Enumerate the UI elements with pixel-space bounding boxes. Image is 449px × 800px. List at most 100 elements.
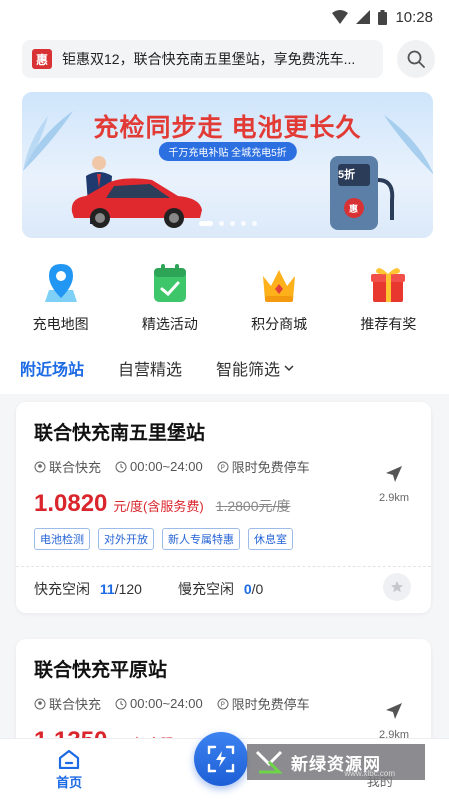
location-icon	[34, 698, 46, 709]
star-icon	[391, 581, 403, 593]
quick-referral-rewards[interactable]: 推荐有奖	[338, 262, 438, 334]
slow-free-count: 0	[243, 581, 252, 597]
promo-badge: 惠	[32, 49, 52, 69]
map-pin-icon	[44, 264, 77, 302]
promo-banner[interactable]: 充检同步走 电池更长久 千万充电补贴 全城充电5折 5折 惠	[22, 92, 433, 238]
battery-icon	[378, 9, 388, 25]
pagination-dot	[229, 221, 235, 226]
station-card[interactable]: 联合快充南五里堡站 联合快充 00:00~24:00 P 限时免费停车 1.08…	[16, 402, 431, 613]
status-time: 10:28	[395, 8, 433, 26]
notice-text: 钜惠双12，联合快充南五里堡站，享免费洗车...	[62, 51, 356, 67]
opening-hours: 00:00~24:00	[115, 696, 203, 711]
pagination-dot	[218, 221, 224, 226]
site-watermark: 新绿资源网 www.xlbc.com	[247, 744, 425, 780]
fast-charger-status: 快充空闲 11/120	[34, 579, 142, 599]
search-icon	[407, 50, 425, 68]
quick-label: 推荐有奖	[360, 316, 417, 332]
parking-label: 限时免费停车	[231, 460, 310, 475]
banner-pagination	[198, 221, 257, 226]
navigate-button[interactable]: 2.9km	[379, 701, 409, 741]
price-value: 1.0820	[34, 490, 108, 517]
location-icon	[34, 461, 46, 472]
pump-badge: 惠	[349, 204, 359, 214]
card-divider	[16, 566, 431, 567]
station-tags: 电池检测 对外开放 新人专属特惠 休息室	[34, 528, 413, 550]
search-button[interactable]	[397, 40, 435, 78]
station-tag: 新人专属特惠	[162, 528, 240, 550]
pagination-dot	[240, 221, 246, 226]
station-tabs: 附近场站 自营精选 智能筛选	[0, 344, 449, 394]
tab-nearby[interactable]: 附近场站	[20, 356, 84, 380]
scan-charge-button[interactable]	[194, 732, 248, 786]
status-bar: 10:28	[0, 0, 449, 34]
station-name: 联合快充平原站	[34, 660, 168, 681]
watermark-logo-icon	[255, 750, 283, 774]
quick-points-mall[interactable]: 积分商城	[229, 262, 329, 334]
operator-label: 联合快充	[49, 460, 102, 475]
station-name: 联合快充南五里堡站	[34, 423, 206, 444]
pump-discount-label: 5折	[338, 169, 356, 181]
scan-lightning-icon	[207, 745, 235, 773]
quick-charging-map[interactable]: 充电地图	[11, 262, 111, 334]
clock-icon	[115, 698, 127, 709]
pagination-dot	[251, 221, 257, 226]
fast-label: 快充空闲	[34, 581, 90, 597]
parking-icon: P	[217, 698, 229, 709]
watermark-url: www.xlbc.com	[344, 769, 395, 778]
svg-text:P: P	[220, 700, 224, 708]
tab-home-label: 首页	[56, 774, 83, 790]
quick-actions: 充电地图 精选活动 积分商城 推荐有奖	[0, 244, 449, 344]
station-meta: 联合快充 00:00~24:00 P 限时免费停车	[34, 457, 413, 476]
charging-pump-illustration	[330, 156, 395, 230]
parking-label: 限时免费停车	[231, 697, 310, 712]
favorite-button[interactable]	[383, 573, 411, 601]
crown-icon	[263, 270, 296, 302]
quick-label: 精选活动	[141, 316, 198, 332]
calendar-check-icon	[153, 264, 186, 302]
home-icon	[59, 749, 80, 769]
fast-free-count: 11	[99, 581, 115, 597]
banner-title: 充检同步走 电池更长久	[93, 114, 362, 142]
slow-charger-status: 慢充空闲 0/0	[178, 579, 263, 599]
station-meta: 联合快充 00:00~24:00 P 限时免费停车	[34, 694, 413, 713]
opening-hours: 00:00~24:00	[115, 459, 203, 474]
quick-label: 充电地图	[32, 316, 89, 332]
tab-home[interactable]: 首页	[56, 749, 82, 791]
operator: 联合快充	[34, 457, 101, 476]
price-row: 1.0820 元/度(含服务费) 1.2800元/度	[34, 490, 413, 518]
navigation-arrow-icon	[386, 703, 403, 719]
station-tag: 休息室	[248, 528, 293, 550]
original-price: 1.2800元/度	[215, 498, 291, 514]
parking-info: P 限时免费停车	[217, 694, 310, 713]
distance: 2.9km	[379, 492, 409, 504]
filter-label: 智能筛选	[216, 362, 281, 379]
car-illustration	[71, 178, 203, 228]
tab-self-run[interactable]: 自营精选	[118, 356, 182, 380]
navigation-arrow-icon	[386, 466, 403, 482]
charger-availability: 快充空闲 11/120 慢充空闲 0/0	[34, 579, 413, 599]
notice-bar[interactable]: 惠 钜惠双12，联合快充南五里堡站，享免费洗车...	[22, 40, 383, 78]
wifi-icon	[332, 10, 349, 24]
hours-label: 00:00~24:00	[130, 696, 203, 711]
quick-label: 积分商城	[251, 316, 308, 332]
top-bar: 惠 钜惠双12，联合快充南五里堡站，享免费洗车...	[0, 34, 449, 84]
fast-total: /120	[114, 581, 142, 597]
price-unit: 元/度(含服务费)	[113, 499, 204, 514]
parking-icon: P	[217, 461, 229, 472]
chevron-down-icon	[284, 365, 294, 372]
slow-total: /0	[251, 581, 264, 597]
quick-featured-activities[interactable]: 精选活动	[120, 262, 220, 334]
signal-icon	[356, 10, 371, 24]
tab-smart-filter[interactable]: 智能筛选	[216, 356, 294, 380]
station-tag: 对外开放	[98, 528, 154, 550]
slow-label: 慢充空闲	[177, 581, 234, 597]
svg-text:P: P	[220, 463, 224, 471]
hours-label: 00:00~24:00	[130, 459, 203, 474]
navigate-button[interactable]: 2.9km	[379, 464, 409, 504]
operator-label: 联合快充	[49, 697, 102, 712]
banner-subtitle: 千万充电补贴 全城充电5折	[158, 142, 297, 161]
pagination-dot	[198, 221, 213, 226]
gift-icon	[371, 268, 406, 302]
clock-icon	[115, 461, 127, 472]
parking-info: P 限时免费停车	[217, 457, 310, 476]
